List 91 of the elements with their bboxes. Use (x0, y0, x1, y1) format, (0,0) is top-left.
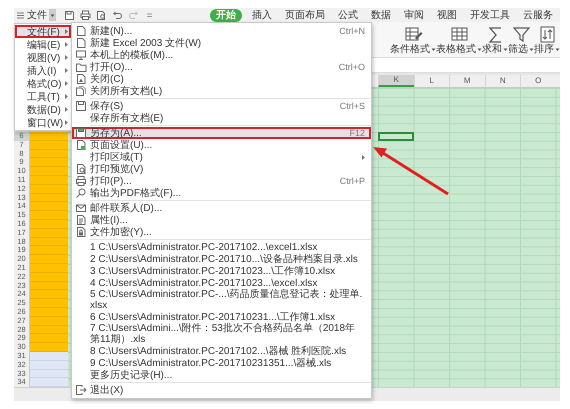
preview-icon (75, 163, 87, 175)
menu-item[interactable]: 输出为PDF格式(F)... (72, 187, 371, 199)
lock-icon (75, 226, 87, 238)
envelope-icon (75, 202, 87, 214)
menu-item[interactable]: 退出(X) (72, 384, 371, 396)
ribbon-tab[interactable]: 数据 (368, 8, 394, 22)
table-format-icon (450, 25, 468, 43)
menu-item[interactable]: 属性(I)... (72, 214, 371, 226)
menu-item[interactable]: 数据(D) (15, 103, 71, 116)
menu-item[interactable]: 新建(N)... Ctrl+N (72, 25, 371, 37)
document-icon (75, 73, 87, 85)
menu-item[interactable]: 文件加密(Y)... (72, 226, 371, 238)
caret-icon (503, 47, 508, 52)
printer-icon (75, 175, 87, 187)
recent-file-item[interactable]: 4 C:\Users\Administrator.PC-20171023...\excel.xlsx (72, 277, 371, 289)
shortcut-label: Ctrl+O (338, 62, 365, 72)
undo-icon[interactable] (112, 10, 123, 20)
menu-item[interactable]: 邮件联系人(D)... (72, 202, 371, 214)
recent-file-item[interactable]: 3 C:\Users\Administrator.PC-20171023...\工作簿10.xlsx (72, 265, 371, 277)
recent-file-item[interactable]: 7 C:\Users\Admini...\附件：53批次不合格药品名单（2018年第11期）.xls (72, 323, 371, 345)
document-icon (75, 214, 87, 226)
menu-item[interactable]: 保存(S) Ctrl+S (72, 100, 371, 112)
caret-icon (50, 12, 55, 18)
menu-item[interactable]: 文件(F) (15, 25, 71, 38)
floppy-icon (75, 100, 87, 112)
recent-file-item[interactable]: 1 C:\Users\Administrator.PC-2017102...\excel1.xlsx (72, 241, 371, 253)
document-icon (75, 37, 87, 49)
menu-item[interactable]: 打印预览(V) (72, 163, 371, 175)
save-icon[interactable] (64, 10, 75, 20)
recent-file-item[interactable]: 5 C:\Users\Administrator.PC-...\药品质量信息登记表：处理单.xlsx (72, 289, 371, 311)
menu-item[interactable]: 关闭(C) (72, 73, 371, 85)
menu-item[interactable]: 页面设置(U)... (72, 139, 371, 151)
menu-item[interactable]: 窗口(W) (15, 116, 71, 129)
shortcut-label: F12 (349, 128, 365, 138)
caret-icon (477, 47, 482, 52)
menu-item[interactable]: 另存为(A)... F12 (72, 127, 371, 139)
menu-item[interactable]: 关闭所有文档(L) (72, 85, 371, 97)
menu-item[interactable]: 工具(T) (15, 90, 71, 103)
floppy-icon (75, 127, 87, 139)
monitor-icon (75, 49, 87, 61)
document-icon (75, 25, 87, 37)
conditional-format-icon (404, 25, 422, 43)
menu-item[interactable]: 打印区域(T) (72, 151, 371, 163)
recent-file-item[interactable]: 更多历史记录(H)... (72, 369, 371, 381)
recent-file-item[interactable]: 9 C:\Users\Administrator.PC-201710231351...\器械.xls (72, 357, 371, 369)
menu-item[interactable]: 插入(I) (15, 64, 71, 77)
ribbon-tab[interactable]: 开发工具 (467, 8, 513, 22)
filter-icon (512, 25, 530, 43)
shortcut-label: Ctrl+S (340, 101, 365, 111)
caret-icon (431, 47, 436, 52)
menu-item[interactable]: 打印(P)... Ctrl+P (72, 175, 371, 187)
magnifier-icon (75, 187, 87, 199)
file-menu-button[interactable]: 文件 (14, 8, 58, 22)
exit-icon (75, 384, 87, 396)
menu-item[interactable]: 打开(O)... Ctrl+O (72, 61, 371, 73)
ribbon-button[interactable]: 表格格式 (436, 25, 482, 55)
menu-item[interactable]: 保存所有文档(E) (72, 112, 371, 124)
column-header[interactable]: L (414, 75, 449, 87)
ribbon-tab[interactable]: 云服务 (520, 8, 556, 22)
ribbon-button[interactable]: 筛选 (508, 25, 534, 55)
caret-icon (529, 47, 534, 52)
preview-icon[interactable] (96, 10, 107, 20)
sort-icon (538, 25, 556, 43)
menu-item[interactable]: 格式(O) (15, 77, 71, 90)
menu-item[interactable]: 视图(V) (15, 51, 71, 64)
ribbon-tab[interactable]: 插入 (249, 8, 275, 22)
document-icon (75, 139, 87, 151)
column-header[interactable]: K (378, 75, 414, 87)
ribbon-button[interactable]: 求和 (482, 25, 508, 55)
menu-icon (16, 10, 25, 20)
column-header[interactable]: O (520, 75, 556, 87)
menu-item[interactable]: 编辑(E) (15, 38, 71, 51)
ribbon-button[interactable]: 排序 (534, 25, 560, 55)
documents-icon (75, 85, 87, 97)
ribbon-tab[interactable]: 公式 (335, 8, 361, 22)
recent-file-item[interactable]: 6 C:\Users\Administrator.PC-201710231...\工作簿1.xlsx (72, 311, 371, 323)
menu-item[interactable]: 新建 Excel 2003 文件(W) (72, 37, 371, 49)
recent-file-item[interactable]: 8 C:\Users\Administrator.PC-2017102...\器械 胜利医院.xls (72, 345, 371, 357)
ribbon-tab[interactable]: 页面布局 (282, 8, 328, 22)
printer-icon[interactable] (80, 10, 91, 20)
ribbon-tab[interactable]: 视图 (434, 8, 460, 22)
menu-item[interactable]: 本机上的模板(M)... (72, 49, 371, 61)
caret-icon (555, 47, 560, 52)
recent-file-item[interactable]: 2 C:\Users\Administrator.PC-201710...\设备品种档案目录.xls (72, 253, 371, 265)
ribbon-tab[interactable]: 审阅 (401, 8, 427, 22)
selected-cell[interactable] (378, 132, 414, 142)
column-header[interactable]: M (449, 75, 484, 87)
column-header[interactable]: N (484, 75, 520, 87)
ribbon-button[interactable]: 条件格式 (390, 25, 436, 55)
shortcut-label: Ctrl+P (340, 176, 365, 186)
shortcut-label: Ctrl+N (339, 26, 365, 36)
